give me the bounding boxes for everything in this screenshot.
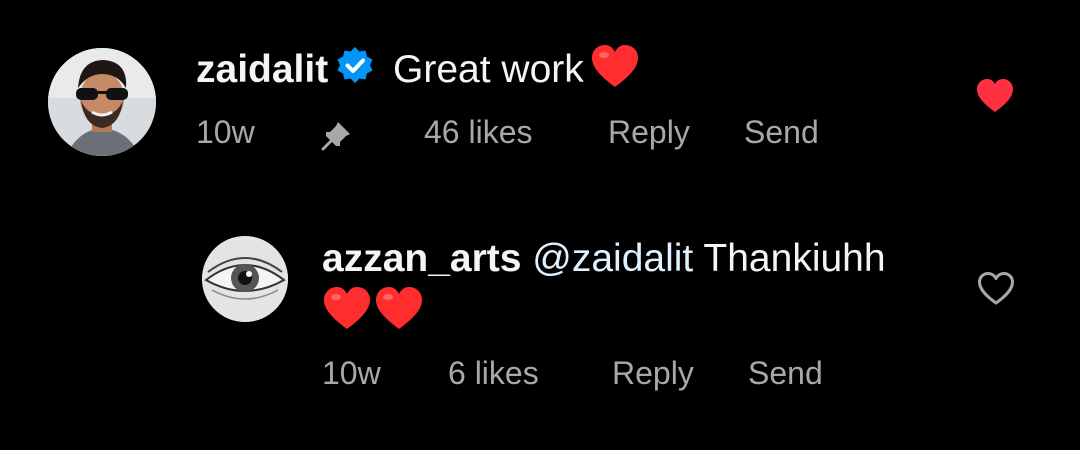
timestamp: 10w xyxy=(196,114,255,150)
avatar[interactable] xyxy=(202,236,288,322)
mention-link[interactable]: @zaidalit xyxy=(532,237,693,280)
user-photo-icon xyxy=(48,48,156,156)
send-button[interactable]: Send xyxy=(748,353,823,393)
comment-meta: 10w 6 likes Reply Send xyxy=(322,353,922,393)
reply-text-line: azzan_arts @zaidalit Thankiuhh xyxy=(322,236,886,282)
comment-text: Thankiuhh xyxy=(703,237,886,280)
comment-text: Great work xyxy=(393,48,584,91)
heart-outline-icon xyxy=(978,272,1014,305)
timestamp: 10w xyxy=(322,355,381,391)
like-button[interactable] xyxy=(977,271,1015,312)
emoji-line xyxy=(322,286,426,351)
likes-count[interactable]: 6 likes xyxy=(448,353,539,393)
heart-emoji-icon xyxy=(322,286,372,351)
send-button[interactable]: Send xyxy=(744,112,819,152)
heart-filled-icon xyxy=(977,79,1013,112)
eye-sketch-icon xyxy=(202,236,288,322)
verified-badge-icon xyxy=(334,45,376,98)
comment-meta: 10w 46 likes Reply Send xyxy=(196,112,896,152)
username[interactable]: azzan_arts xyxy=(322,237,521,280)
heart-emoji-icon xyxy=(590,44,640,101)
reply-comment-item: azzan_arts @zaidalit Thankiuhh 10w 6 lik… xyxy=(0,190,1080,450)
username[interactable]: zaidalit xyxy=(196,48,328,91)
heart-emoji-icon xyxy=(374,286,424,351)
comment-text-line: zaidalit Great work xyxy=(196,44,640,101)
comment-item: zaidalit Great work 10w 46 likes Reply S… xyxy=(0,0,1080,190)
pin-icon xyxy=(321,122,350,151)
avatar[interactable] xyxy=(48,48,156,156)
like-button[interactable] xyxy=(976,78,1014,119)
likes-count[interactable]: 46 likes xyxy=(424,112,533,152)
reply-button[interactable]: Reply xyxy=(612,353,694,393)
reply-button[interactable]: Reply xyxy=(608,112,690,152)
